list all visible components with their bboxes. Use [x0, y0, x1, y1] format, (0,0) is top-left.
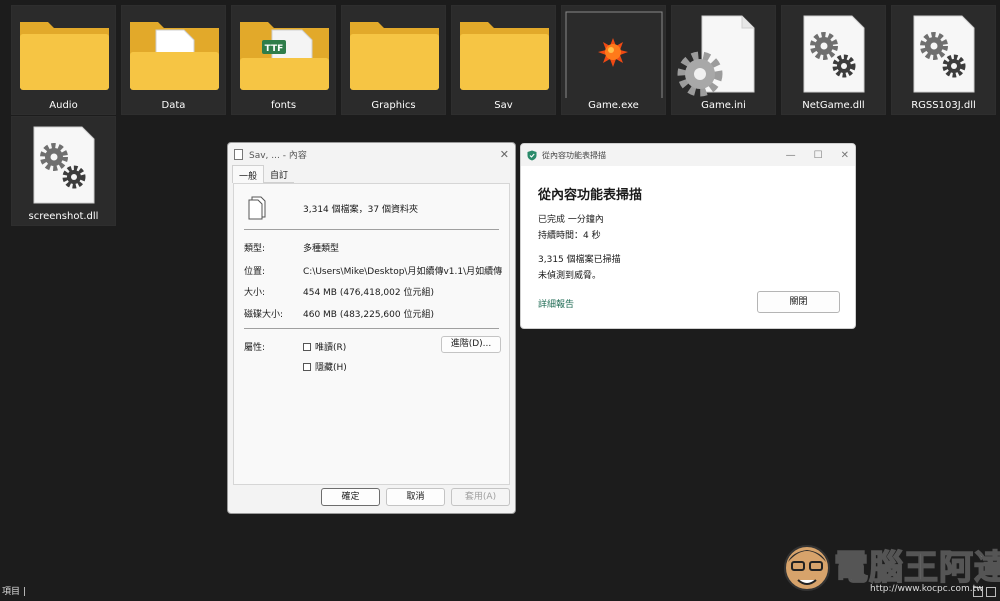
scan-files-count: 3,315 個檔案已掃描: [538, 255, 621, 265]
file-item-label: Audio: [49, 100, 78, 111]
file-item-label: RGSS103J.dll: [911, 100, 976, 111]
file-item-label: screenshot.dll: [28, 211, 99, 222]
file-item-label: Game.ini: [701, 100, 746, 111]
hidden-checkbox[interactable]: 隱藏(H): [303, 360, 347, 373]
scan-result-text: 未偵測到威脅。: [538, 271, 602, 281]
file-item-label: NetGame.dll: [802, 100, 865, 111]
apply-button[interactable]: 套用(A): [451, 488, 510, 506]
mascot-logo-icon: [784, 545, 830, 591]
properties-titlebar[interactable]: Sav, ... - 內容 ✕: [228, 143, 515, 165]
readonly-label: 唯讀(R): [315, 343, 347, 353]
minimize-icon[interactable]: —: [786, 150, 796, 161]
settings-file-icon: [677, 15, 755, 97]
cancel-button[interactable]: 取消: [386, 488, 445, 506]
separator: [244, 229, 499, 230]
file-item-game-ini[interactable]: Game.ini: [671, 5, 776, 115]
properties-dialog: Sav, ... - 內容 ✕ 一般 自訂 3,314 個檔案，37 個資料夾 …: [227, 142, 516, 514]
location-value: C:\Users\Mike\Desktop\月如續傳v1.1\月如續傳 中8: [303, 267, 505, 277]
scan-titlebar[interactable]: 從內容功能表掃描 — ☐ ✕: [521, 144, 855, 166]
attributes-label: 屬性:: [244, 343, 266, 353]
file-item-netgame-dll[interactable]: NetGame.dll: [781, 5, 886, 115]
file-item-label: Game.exe: [588, 100, 639, 111]
size-label: 大小:: [244, 288, 266, 298]
ttf-badge-text: TTF: [265, 44, 284, 54]
scan-window-title: 從內容功能表掃描: [542, 150, 606, 160]
file-item-label: Data: [161, 100, 186, 111]
ok-button[interactable]: 確定: [321, 488, 380, 506]
disk-size-label: 磁碟大小:: [244, 310, 284, 320]
folder-doc-icon: [130, 22, 219, 90]
scan-dialog: 從內容功能表掃描 — ☐ ✕ 從內容功能表掃描 已完成 一分鐘內 持續時間：4 …: [520, 143, 856, 329]
scan-heading: 從內容功能表掃描: [538, 188, 643, 203]
detailed-report-link[interactable]: 詳細報告: [538, 297, 574, 310]
advanced-button[interactable]: 進階(D)...: [441, 336, 501, 353]
readonly-checkbox[interactable]: 唯讀(R): [303, 340, 346, 353]
tab-general[interactable]: 一般: [232, 165, 265, 183]
tab-custom[interactable]: 自訂: [264, 165, 295, 183]
exe-icon: [565, 11, 663, 98]
file-item-label: Graphics: [371, 100, 416, 111]
file-item-screenshot-dll[interactable]: screenshot.dll: [11, 116, 116, 226]
file-item-audio[interactable]: Audio: [11, 5, 116, 115]
maximize-icon[interactable]: ☐: [814, 150, 823, 161]
size-value: 454 MB (476,418,002 位元組): [303, 288, 434, 298]
hidden-label: 隱藏(H): [315, 363, 347, 373]
type-value: 多種類型: [303, 244, 340, 254]
scan-completed-text: 已完成 一分鐘內: [538, 215, 604, 225]
disk-size-value: 460 MB (483,225,600 位元組): [303, 310, 434, 320]
dialog-footer: 確定 取消 套用(A): [228, 483, 515, 513]
file-item-label: Sav: [494, 100, 513, 111]
file-item-fonts[interactable]: TTF fonts: [231, 5, 336, 115]
watermark-brand: 電腦王阿達: [833, 547, 1000, 589]
checkbox-box[interactable]: [303, 362, 311, 371]
checkbox-box[interactable]: [303, 342, 311, 351]
close-icon[interactable]: ✕: [841, 150, 849, 161]
document-icon: [234, 148, 243, 160]
watermark-url: http://www.kocpc.com.tw: [870, 584, 984, 594]
file-item-graphics[interactable]: Graphics: [341, 5, 446, 115]
general-panel: 3,314 個檔案，37 個資料夾 類型: 多種類型 位置: C:\Users\…: [233, 183, 510, 485]
file-item-rgss103j-dll[interactable]: RGSS103J.dll: [891, 5, 996, 115]
dll-file-icon: [913, 15, 975, 93]
dll-file-icon: [33, 126, 95, 204]
file-item-data[interactable]: Data: [121, 5, 226, 115]
watermark: 電腦王阿達 http://www.kocpc.com.tw: [782, 538, 1000, 600]
close-button[interactable]: 關閉: [757, 291, 840, 313]
close-icon[interactable]: ✕: [500, 148, 509, 161]
folder-icon: [350, 22, 439, 90]
status-text: 項目 |: [2, 587, 26, 597]
properties-title: Sav, ... - 內容: [249, 150, 307, 161]
folder-ttf-icon: TTF: [240, 22, 329, 90]
separator: [244, 328, 499, 329]
multiple-files-icon: [248, 196, 266, 220]
folder-icon: [460, 22, 549, 90]
file-item-sav[interactable]: Sav: [451, 5, 556, 115]
files-summary: 3,314 個檔案，37 個資料夾: [303, 205, 418, 215]
scan-duration-text: 持續時間：4 秒: [538, 231, 601, 241]
location-label: 位置:: [244, 267, 266, 277]
file-item-game-exe[interactable]: Game.exe: [561, 5, 666, 115]
shield-icon: [527, 150, 537, 160]
type-label: 類型:: [244, 244, 266, 254]
properties-tabs: 一般 自訂: [228, 165, 515, 183]
folder-icon: [20, 22, 109, 90]
dll-file-icon: [803, 15, 865, 93]
file-item-label: fonts: [270, 100, 297, 111]
